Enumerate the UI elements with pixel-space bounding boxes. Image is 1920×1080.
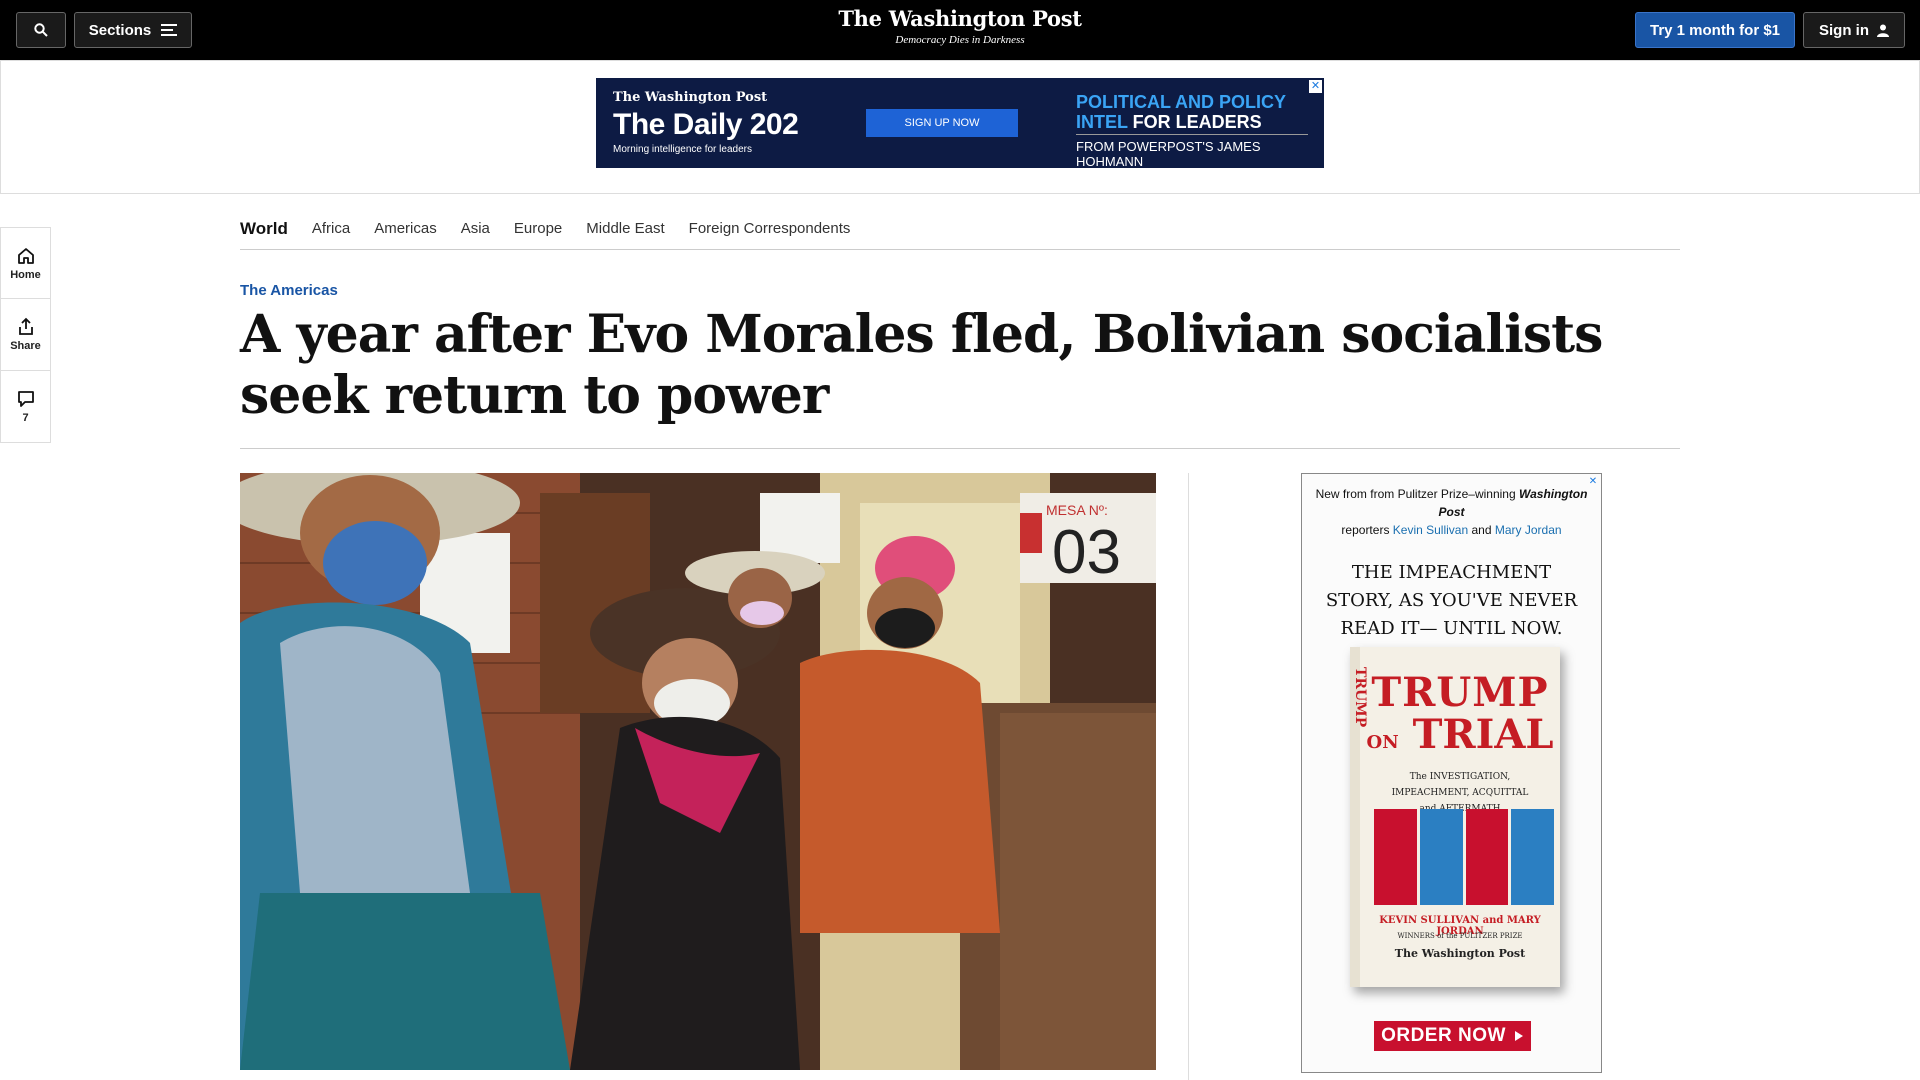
rail-home-button[interactable]: Home bbox=[0, 227, 51, 299]
side-ad-line2a: reporters bbox=[1341, 523, 1393, 537]
book-title-line2: ON TRIAL bbox=[1360, 711, 1560, 758]
ad-title: The Daily 202 bbox=[613, 108, 799, 141]
subnav-africa[interactable]: Africa bbox=[312, 220, 350, 237]
article-headline: A year after Evo Morales fled, Bolivian … bbox=[240, 304, 1603, 426]
column-divider bbox=[1188, 473, 1189, 1080]
subnav-middle-east[interactable]: Middle East bbox=[586, 220, 664, 237]
sign-in-button[interactable]: Sign in bbox=[1803, 12, 1905, 48]
ad-right-line2-a: INTEL bbox=[1076, 112, 1128, 132]
rail-comments-button[interactable]: 7 bbox=[0, 371, 51, 443]
subnav-americas[interactable]: Americas bbox=[374, 220, 437, 237]
side-ad-author1: Kevin Sullivan bbox=[1392, 523, 1469, 537]
subnav-world[interactable]: World bbox=[240, 219, 288, 239]
book-cover: TRUMP TRUMP ON TRIAL The INVESTIGATION, … bbox=[1350, 647, 1560, 987]
order-now-label: ORDER NOW bbox=[1381, 1025, 1506, 1046]
share-icon bbox=[18, 317, 33, 335]
side-ad-author2: Mary Jordan bbox=[1494, 523, 1562, 537]
book-portraits bbox=[1374, 809, 1554, 905]
lead-photo-illustration: MESA Nº: 03 bbox=[240, 473, 1156, 1070]
rail-share-label: Share bbox=[10, 340, 41, 352]
logo-tagline: Democracy Dies in Darkness bbox=[895, 34, 1025, 46]
comment-icon bbox=[17, 391, 34, 407]
rail-comments-count: 7 bbox=[22, 412, 29, 424]
side-ad-intro: New from from Pulitzer Prize–winning Was… bbox=[1302, 474, 1601, 539]
rail-home-label: Home bbox=[10, 268, 41, 281]
portrait-1 bbox=[1374, 809, 1417, 905]
home-icon bbox=[17, 247, 34, 264]
site-logo[interactable]: The Washington Post Democracy Dies in Da… bbox=[0, 6, 1920, 46]
side-ad-line1a: New from from Pulitzer Prize–winning bbox=[1315, 487, 1519, 501]
subnav-foreign-correspondents[interactable]: Foreign Correspondents bbox=[689, 220, 851, 237]
ad-subtitle: Morning intelligence for leaders bbox=[613, 144, 752, 155]
lead-photo[interactable]: MESA Nº: 03 bbox=[240, 473, 1156, 1070]
book-title-on: ON bbox=[1366, 732, 1399, 753]
ad-divider bbox=[1076, 134, 1308, 135]
section-subnav: World Africa Americas Asia Europe Middle… bbox=[240, 208, 1680, 250]
top-bar: Sections The Washington Post Democracy D… bbox=[0, 0, 1920, 60]
order-now-button[interactable]: ORDER NOW bbox=[1374, 1021, 1531, 1051]
side-book-ad[interactable]: ✕ New from from Pulitzer Prize–winning W… bbox=[1301, 473, 1602, 1073]
portrait-2 bbox=[1419, 809, 1463, 905]
book-publisher: The Washington Post bbox=[1394, 947, 1526, 960]
side-ad-intro-line2: reporters Kevin Sullivan and Mary Jordan bbox=[1302, 521, 1601, 539]
left-rail: Home Share 7 bbox=[0, 227, 51, 443]
book-title-trial: TRIAL bbox=[1412, 711, 1554, 758]
photo-sign-number: 03 bbox=[1052, 518, 1121, 587]
ad-logo: The Washington Post bbox=[613, 90, 768, 105]
ad-right-line1: POLITICAL AND POLICY bbox=[1076, 92, 1287, 112]
photo-sign-label: MESA Nº: bbox=[1046, 502, 1108, 518]
rail-share-button[interactable]: Share bbox=[0, 299, 51, 371]
subscribe-button[interactable]: Try 1 month for $1 bbox=[1635, 12, 1795, 48]
ad-choices-icon[interactable]: ✕ bbox=[1309, 80, 1322, 93]
ad-signup-button[interactable]: SIGN UP NOW bbox=[866, 109, 1018, 137]
side-ad-intro-line1: New from from Pulitzer Prize–winning Was… bbox=[1302, 485, 1601, 521]
sign-in-label: Sign in bbox=[1819, 21, 1869, 39]
book-title-line1: TRUMP bbox=[1371, 669, 1549, 716]
side-ad-headline: THE IMPEACHMENT STORY, AS YOU'VE NEVER R… bbox=[1325, 562, 1578, 639]
top-banner-ad[interactable]: The Washington Post The Daily 202 Mornin… bbox=[596, 78, 1324, 169]
side-ad-and: and bbox=[1468, 523, 1495, 537]
user-icon bbox=[1877, 24, 1889, 37]
play-arrow-icon bbox=[1514, 1031, 1523, 1041]
portrait-4 bbox=[1511, 809, 1554, 905]
ad-right-text: POLITICAL AND POLICY INTEL FOR LEADERS bbox=[1076, 92, 1286, 132]
book-winners: WINNERS of the PULITZER PRIZE bbox=[1397, 932, 1523, 940]
subnav-europe[interactable]: Europe bbox=[514, 220, 562, 237]
ad-right-footer: FROM POWERPOST'S JAMES HOHMANN bbox=[1076, 139, 1261, 169]
headline-divider bbox=[240, 448, 1680, 449]
ad-right-line2-b: FOR LEADERS bbox=[1127, 112, 1262, 132]
ad-choices-icon[interactable]: ✕ bbox=[1587, 476, 1599, 488]
article-kicker[interactable]: The Americas bbox=[240, 282, 338, 299]
ad-right-line2: INTEL FOR LEADERS bbox=[1076, 112, 1286, 132]
subnav-asia[interactable]: Asia bbox=[461, 220, 490, 237]
portrait-3 bbox=[1465, 809, 1509, 905]
logo-title: The Washington Post bbox=[838, 6, 1082, 31]
